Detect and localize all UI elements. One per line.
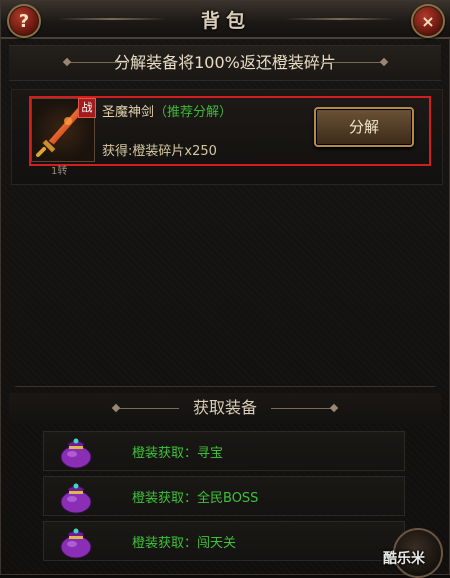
window-title: 背包 — [200, 10, 251, 32]
source-label-tower: 橙装获取：闯天关 — [132, 536, 237, 551]
item-level-label: 1转 — [51, 166, 68, 177]
close-button[interactable]: × — [411, 4, 445, 38]
banner-diamond-right — [379, 57, 389, 67]
item-row[interactable]: 战 圣魔神剑（推荐分解） 获得:橙装碎片x250 分解 — [29, 96, 431, 166]
source-label-treasure: 橙装获取：寻宝 — [132, 446, 224, 461]
item-name-text: 圣魔神剑 — [102, 105, 155, 120]
purple-bag-icon — [60, 483, 92, 514]
acquire-diamond-left — [111, 403, 121, 413]
acquire-dash-right — [271, 408, 331, 409]
source-row-tower[interactable]: 橙装获取：闯天关 — [43, 521, 405, 561]
item-name: 圣魔神剑（推荐分解） — [102, 101, 232, 120]
banner-text: 分解装备将100%返还橙装碎片 — [114, 53, 336, 72]
acquire-header: 获取装备 — [9, 393, 441, 423]
title-bar: 背包 ? × — [1, 1, 450, 39]
help-icon: ? — [18, 10, 30, 32]
watermark-logo: 酷乐米 — [383, 551, 425, 567]
purple-bag-icon — [60, 528, 92, 559]
acquire-dash-left — [119, 408, 179, 409]
item-recommend-hint: （推荐分解） — [154, 105, 233, 120]
section-divider — [15, 386, 435, 387]
acquire-header-text: 获取装备 — [192, 398, 257, 417]
acquire-diamond-right — [329, 403, 339, 413]
decompose-button[interactable]: 分解 — [314, 107, 414, 147]
help-button[interactable]: ? — [7, 4, 41, 38]
war-tag-badge: 战 — [78, 98, 96, 118]
banner-dash-left — [69, 62, 129, 63]
banner-dash-right — [321, 62, 381, 63]
backpack-window: 背包 ? × 分解装备将100%返还橙装碎片 战 圣魔神剑（推荐分解） 获得:橙… — [0, 0, 450, 578]
close-icon: × — [421, 11, 435, 31]
source-row-world-boss[interactable]: 橙装获取：全民BOSS — [43, 476, 405, 516]
purple-bag-icon — [60, 438, 92, 469]
item-gain-text: 获得:橙装碎片x250 — [102, 144, 217, 159]
banner-diamond-left — [62, 57, 72, 67]
source-label-world-boss: 橙装获取：全民BOSS — [132, 491, 259, 506]
decompose-banner: 分解装备将100%返还橙装碎片 — [9, 45, 441, 81]
source-row-treasure[interactable]: 橙装获取：寻宝 — [43, 431, 405, 471]
